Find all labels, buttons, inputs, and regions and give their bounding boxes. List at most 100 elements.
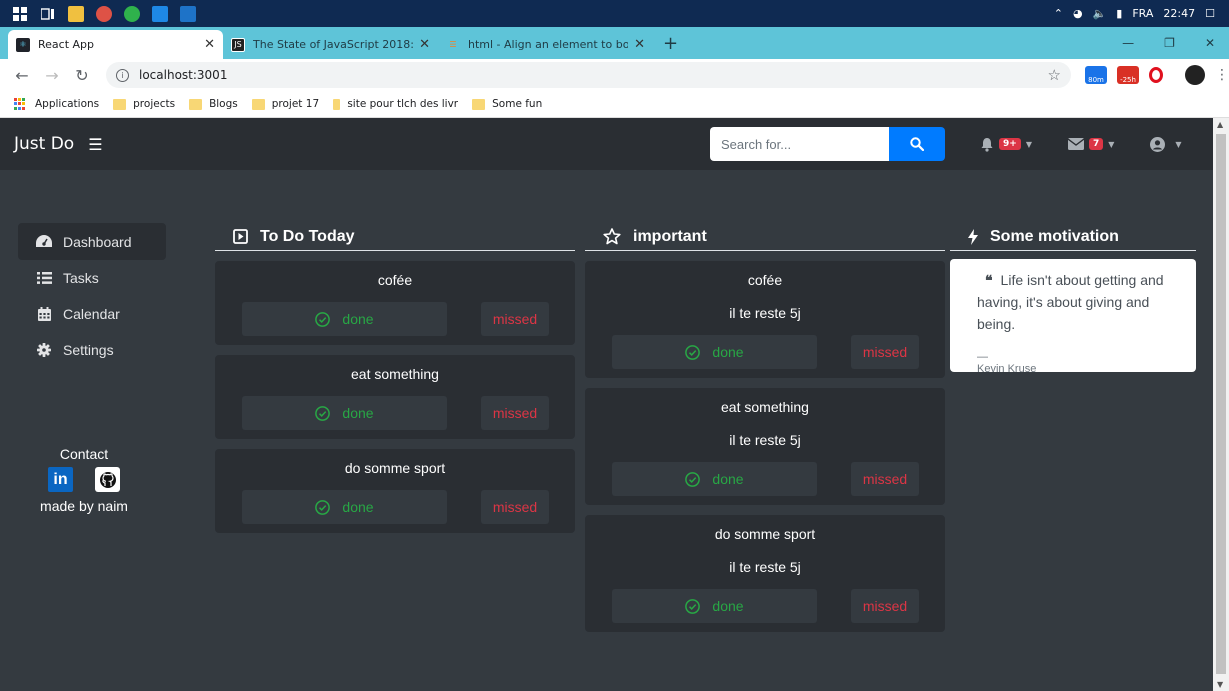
scroll-up-icon[interactable]: ▲ — [1217, 120, 1223, 129]
messages-badge: 7 — [1088, 138, 1104, 150]
wifi-icon[interactable]: ◕ — [1073, 7, 1083, 20]
tab-title: html - Align an element to botto — [468, 38, 629, 51]
sidebar-item-dashboard[interactable]: Dashboard — [18, 223, 166, 260]
alerts-dropdown[interactable]: 9+ ▼ — [980, 137, 1032, 152]
battery-icon[interactable]: ▮ — [1116, 7, 1122, 20]
react-icon: ⚛ — [16, 37, 30, 52]
hamburger-menu-icon[interactable]: ☰ — [88, 135, 102, 154]
profile-avatar[interactable] — [1185, 65, 1205, 85]
done-button[interactable]: done — [612, 462, 817, 496]
reload-icon[interactable]: ↻ — [74, 66, 90, 85]
close-icon[interactable]: ✕ — [419, 37, 430, 52]
folder-icon — [189, 98, 203, 110]
done-button[interactable]: done — [242, 396, 447, 430]
important-task-card: eat something il te reste 5j done missed — [585, 388, 945, 505]
column-title: Some motivation — [990, 227, 1119, 245]
messages-dropdown[interactable]: 7 ▼ — [1067, 138, 1115, 150]
missed-button[interactable]: missed — [851, 462, 919, 496]
done-button[interactable]: done — [242, 302, 447, 336]
bookmark-blogs[interactable]: Blogs — [189, 98, 238, 110]
folder-icon — [113, 98, 127, 110]
sidebar: Dashboard Tasks Calendar Settings — [18, 223, 166, 367]
sidebar-item-settings[interactable]: Settings — [18, 331, 166, 368]
caret-down-icon: ▼ — [1108, 139, 1115, 149]
bookmark-projet-17[interactable]: projet 17 — [251, 98, 319, 110]
task-view-icon[interactable] — [40, 6, 56, 22]
browser-menu-icon[interactable]: ⋮ — [1215, 67, 1229, 83]
tab-state-of-js[interactable]: JS The State of JavaScript 2018: Mo ✕ — [223, 30, 438, 59]
scrollbar-thumb[interactable] — [1216, 134, 1226, 674]
app-viewport: Just Do ☰ 9+ ▼ 7 ▼ ▼ — [0, 118, 1213, 691]
task-name: eat something — [351, 366, 439, 382]
language-indicator[interactable]: FRA — [1132, 7, 1153, 20]
tab-title: The State of JavaScript 2018: Mo — [253, 38, 414, 51]
extension-timer-icon[interactable]: 80m — [1085, 66, 1107, 84]
done-button[interactable]: done — [242, 490, 447, 524]
scroll-down-icon[interactable]: ▼ — [1217, 680, 1223, 689]
task-name: do somme sport — [714, 526, 816, 542]
clock[interactable]: 22:47 — [1163, 7, 1195, 20]
info-icon[interactable]: i — [116, 68, 129, 82]
os-taskbar: ⌃ ◕ 🔈 ▮ FRA 22:47 ☐ — [0, 0, 1229, 27]
window-close-icon[interactable]: ✕ — [1205, 36, 1215, 50]
trello-icon[interactable] — [152, 5, 168, 22]
bookmark-projects[interactable]: projects — [113, 98, 175, 110]
missed-button[interactable]: missed — [481, 490, 549, 524]
check-circle-icon — [315, 499, 331, 515]
tab-stackoverflow[interactable]: ☰ html - Align an element to botto ✕ — [438, 30, 653, 59]
extension-countdown-icon[interactable]: -25h — [1117, 66, 1139, 84]
vscode-icon[interactable] — [180, 5, 196, 22]
github-icon[interactable] — [95, 467, 120, 492]
bolt-icon — [968, 228, 978, 245]
bookmark-star-icon[interactable]: ☆ — [1048, 66, 1061, 84]
task-name: eat something — [721, 399, 809, 415]
sidebar-item-label: Dashboard — [63, 233, 132, 250]
bookmark-applications[interactable]: Applications — [14, 97, 99, 111]
notification-icon[interactable]: ☐ — [1205, 7, 1215, 20]
quote-left-icon: ❝ — [985, 272, 993, 288]
missed-button[interactable]: missed — [851, 335, 919, 369]
folder-icon — [251, 98, 265, 110]
new-tab-button[interactable]: + — [663, 33, 678, 54]
search-input[interactable] — [710, 127, 889, 161]
check-circle-icon — [315, 311, 331, 327]
done-button[interactable]: done — [612, 589, 817, 623]
missed-button[interactable]: missed — [481, 396, 549, 430]
column-title: To Do Today — [260, 227, 355, 245]
volume-icon[interactable]: 🔈 — [1093, 7, 1107, 20]
url-field[interactable]: i localhost:3001 ☆ — [106, 62, 1071, 88]
windows-start-icon[interactable] — [12, 6, 28, 22]
forward-icon[interactable]: → — [44, 66, 60, 85]
missed-button[interactable]: missed — [481, 302, 549, 336]
tab-react-app[interactable]: ⚛ React App ✕ — [8, 30, 223, 59]
motivation-column: Some motivation ❝ Life isn't about gettin… — [950, 223, 1196, 375]
close-icon[interactable]: ✕ — [634, 37, 645, 52]
bookmark-site-livres[interactable]: site pour tlch des livr — [333, 98, 458, 110]
close-icon[interactable]: ✕ — [204, 37, 215, 52]
check-circle-icon — [685, 471, 701, 487]
todo-today-column: To Do Today cofée done missed eat someth… — [215, 223, 575, 533]
opera-icon[interactable] — [1149, 67, 1163, 83]
file-explorer-icon[interactable] — [68, 5, 84, 22]
sidebar-item-tasks[interactable]: Tasks — [18, 259, 166, 296]
bookmark-some-fun[interactable]: Some fun — [472, 98, 542, 110]
done-button[interactable]: done — [612, 335, 817, 369]
brand[interactable]: Just Do — [14, 134, 74, 154]
back-icon[interactable]: ← — [14, 66, 30, 85]
restore-icon[interactable]: ❐ — [1164, 36, 1175, 50]
user-dropdown[interactable]: ▼ — [1150, 136, 1182, 152]
sidebar-item-calendar[interactable]: Calendar — [18, 295, 166, 332]
chrome-icon[interactable] — [96, 5, 112, 22]
bookmarks-bar: Applications projects Blogs projet 17 si… — [0, 91, 1229, 118]
sidebar-item-label: Calendar — [63, 305, 120, 322]
page-scrollbar[interactable]: ▲ ▼ — [1213, 118, 1229, 691]
top-navbar: Just Do ☰ 9+ ▼ 7 ▼ ▼ — [0, 118, 1213, 170]
linkedin-icon[interactable]: in — [48, 467, 73, 492]
evernote-icon[interactable] — [124, 5, 140, 22]
chevron-up-icon[interactable]: ⌃ — [1054, 7, 1063, 20]
missed-button[interactable]: missed — [851, 589, 919, 623]
apps-grid-icon — [14, 97, 27, 111]
search-button[interactable] — [889, 127, 945, 161]
important-task-card: do somme sport il te reste 5j done misse… — [585, 515, 945, 632]
minimize-icon[interactable]: — — [1122, 36, 1134, 50]
